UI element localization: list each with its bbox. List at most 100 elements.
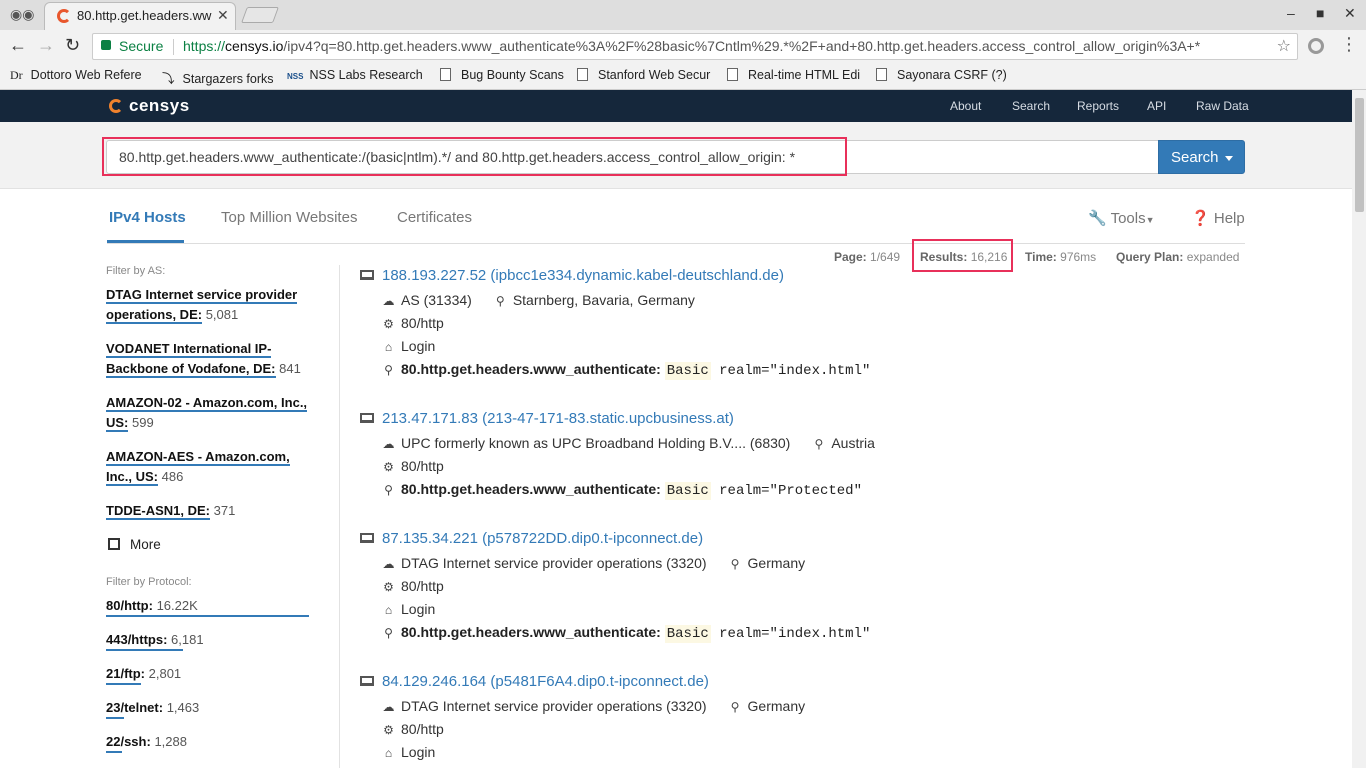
nav-raw-data[interactable]: Raw Data xyxy=(1196,99,1249,113)
cloud-icon: ☁ xyxy=(382,700,395,714)
tab-certificates[interactable]: Certificates xyxy=(397,209,472,226)
reload-icon[interactable]: ↻ xyxy=(65,35,80,56)
as-name: AMAZON-AES - Amazon.com, Inc., US: xyxy=(106,449,290,486)
tab-ipv4-hosts[interactable]: IPv4 Hosts xyxy=(109,209,186,226)
url-host: censys.io xyxy=(225,38,284,54)
as-filter-item[interactable]: AMAZON-02 - Amazon.com, Inc., US: 599 xyxy=(106,393,316,433)
protocol-count: 6,181 xyxy=(171,632,204,647)
result-location: Austria xyxy=(831,435,875,451)
as-name: DTAG Internet service provider operation… xyxy=(106,287,298,324)
nav-about[interactable]: About xyxy=(950,99,981,113)
bookmark-label: Stanford Web Secur xyxy=(598,68,711,82)
protocol-filter-item[interactable]: 443/https: 6,181 xyxy=(106,632,204,647)
as-count: 486 xyxy=(161,469,184,484)
laptop-icon xyxy=(360,533,374,543)
page-icon xyxy=(727,68,738,81)
filter-protocol-heading: Filter by Protocol: xyxy=(106,576,192,588)
maximize-icon[interactable]: ■ xyxy=(1316,5,1324,21)
help-link[interactable]: ❓ Help xyxy=(1191,209,1245,227)
tab-top-million-websites[interactable]: Top Million Websites xyxy=(221,209,357,226)
more-label: More xyxy=(130,537,161,552)
protocol-filter-item[interactable]: 80/http: 16.22K xyxy=(106,598,198,613)
match-key: 80.http.get.headers.www_authenticate: xyxy=(401,624,661,640)
result-port-row: ⚙ 80/http xyxy=(382,578,444,594)
result-title: 84.129.246.164 (p5481F6A4.dip0.t-ipconne… xyxy=(382,673,709,690)
match-value: realm="index.html" xyxy=(710,363,871,379)
bookmark-item[interactable]: NSS NSS Labs Research xyxy=(287,68,423,82)
match-value: realm="index.html" xyxy=(710,626,871,642)
match-keyword: Basic xyxy=(664,625,711,643)
more-button[interactable]: More xyxy=(108,537,161,552)
censys-favicon-icon xyxy=(57,9,71,23)
minimize-icon[interactable]: – xyxy=(1287,5,1295,21)
browser-tab-active[interactable]: 80.http.get.headers.ww ✕ xyxy=(44,2,236,30)
result-host-link[interactable]: 87.135.34.221 (p578722DD.dip0.t-ipconnec… xyxy=(360,530,703,547)
gear-icon: ⚙ xyxy=(383,723,394,737)
bookmark-item[interactable]: Dr Dottoro Web Refere xyxy=(10,68,146,83)
protocol-filter-item[interactable]: 22/ssh: 1,288 xyxy=(106,734,187,749)
back-icon[interactable]: ← xyxy=(9,35,27,56)
bookmark-label: Bug Bounty Scans xyxy=(461,68,564,82)
search-icon: ⚲ xyxy=(384,363,393,377)
extension-icon[interactable] xyxy=(1308,38,1324,54)
protocol-share-bar xyxy=(106,649,183,651)
nss-icon: NSS xyxy=(287,72,304,81)
cloud-icon: ☁ xyxy=(382,294,395,308)
page-icon xyxy=(876,68,887,81)
caret-square-down-icon xyxy=(108,538,120,550)
as-filter-item[interactable]: AMAZON-AES - Amazon.com, Inc., US: 486 xyxy=(106,447,316,487)
nav-search[interactable]: Search xyxy=(1012,99,1050,113)
bookmark-item[interactable]: Stanford Web Secur xyxy=(577,68,711,82)
protocol-count: 1,288 xyxy=(154,734,187,749)
as-filter-item[interactable]: VODANET International IP-Backbone of Vod… xyxy=(106,339,316,379)
sidebar-divider xyxy=(339,265,340,768)
incognito-icon: ◉◉ xyxy=(10,6,35,22)
as-filter-item[interactable]: DTAG Internet service provider operation… xyxy=(106,285,316,325)
laptop-icon xyxy=(360,676,374,686)
result-location: Germany xyxy=(747,698,806,714)
forward-icon[interactable]: → xyxy=(37,35,55,56)
search-button[interactable]: Search xyxy=(1158,140,1245,174)
page-value: 1/649 xyxy=(870,250,901,264)
home-icon: ⌂ xyxy=(384,340,393,354)
protocol-filter-item[interactable]: 21/ftp: 2,801 xyxy=(106,666,181,681)
bookmark-item[interactable]: Sayonara CSRF (?) 2 xyxy=(876,68,1010,82)
bookmark-item[interactable]: ⤵ Stargazers forks xyxy=(162,68,278,87)
page-indicator: Page: 1/649 xyxy=(834,250,900,264)
browser-menu-icon[interactable]: ⋮ xyxy=(1340,34,1358,55)
home-icon: ⌂ xyxy=(384,603,393,617)
url-scheme: https:// xyxy=(183,38,226,54)
match-value: realm="Protected" xyxy=(710,483,862,499)
tools-dropdown[interactable]: 🔧 Tools▼ xyxy=(1088,209,1155,227)
match-keyword: Basic xyxy=(664,482,711,500)
bookmark-item[interactable]: Real-time HTML Edi xyxy=(727,68,861,82)
protocol-share-bar xyxy=(106,683,141,685)
protocol-count: 2,801 xyxy=(148,666,182,681)
result-host-link[interactable]: 213.47.171.83 (213-47-171-83.static.upcb… xyxy=(360,410,734,427)
result-as: DTAG Internet service provider operation… xyxy=(401,698,707,714)
gear-icon: ⚙ xyxy=(383,460,394,474)
page-icon xyxy=(577,68,588,81)
url-text[interactable]: https://censys.io/ipv4?q=80.http.get.hea… xyxy=(183,38,1273,54)
result-host-link[interactable]: 84.129.246.164 (p5481F6A4.dip0.t-ipconne… xyxy=(360,673,709,690)
nav-api[interactable]: API xyxy=(1147,99,1166,113)
protocol-filter-item[interactable]: 23/telnet: 1,463 xyxy=(106,700,199,715)
tab-close-icon[interactable]: ✕ xyxy=(217,7,229,24)
protocol-name: 21/ftp: xyxy=(106,666,145,681)
plan-value: expanded xyxy=(1186,250,1240,264)
result-port: 80/http xyxy=(401,578,444,594)
result-match-row: ⚲ 80.http.get.headers.www_authenticate: B… xyxy=(382,481,862,500)
bookmark-item[interactable]: Bug Bounty Scans xyxy=(440,68,566,82)
browser-toolbar: ← → ↻ Secure https://censys.io/ipv4?q=80… xyxy=(0,30,1366,63)
bookmark-star-icon[interactable]: ☆ xyxy=(1277,36,1291,56)
nav-reports[interactable]: Reports xyxy=(1077,99,1119,113)
as-filter-item[interactable]: TDDE-ASN1, DE: 371 xyxy=(106,501,316,521)
new-tab-button[interactable] xyxy=(241,7,279,23)
result-host-link[interactable]: 188.193.227.52 (ipbcc1e334.dynamic.kabel… xyxy=(360,267,784,284)
censys-logo[interactable]: censys xyxy=(109,96,190,116)
tab-divider xyxy=(107,243,1245,244)
window-close-icon[interactable]: ✕ xyxy=(1344,5,1356,22)
scrollbar-thumb[interactable] xyxy=(1355,98,1364,212)
filter-as-heading: Filter by AS: xyxy=(106,265,166,277)
address-bar[interactable]: Secure https://censys.io/ipv4?q=80.http.… xyxy=(92,33,1298,60)
